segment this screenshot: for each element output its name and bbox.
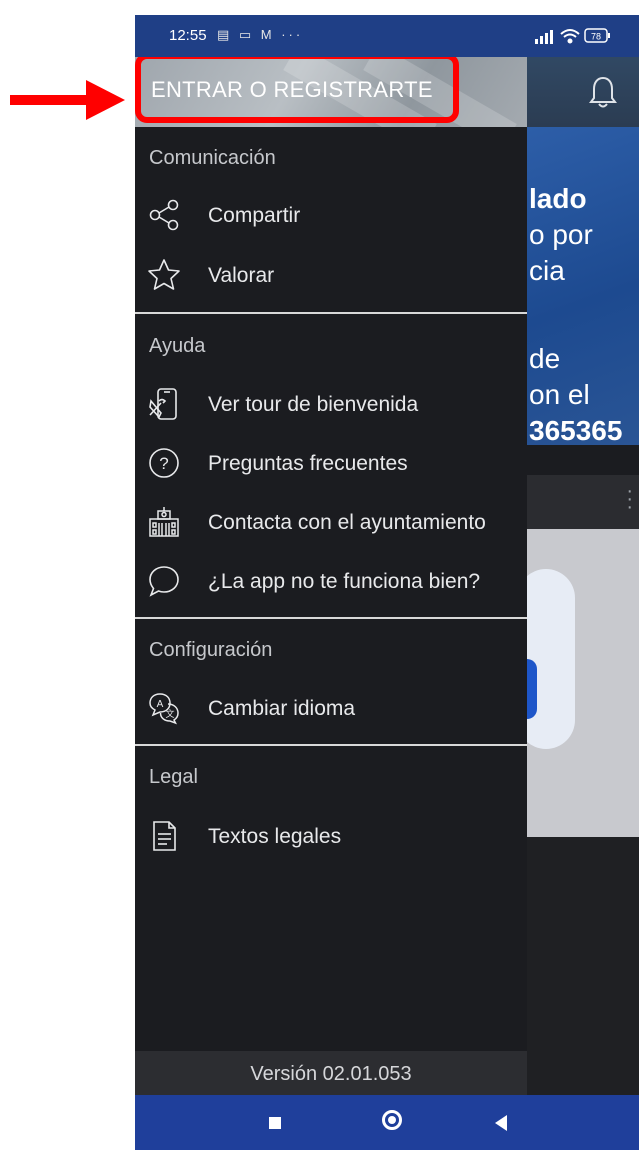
menu-item-app-no-funciona[interactable]: ¿La app no te funciona bien?	[135, 556, 527, 606]
svg-text:78: 78	[591, 32, 601, 42]
background-app: lado o por cia de on el 365365 · · ·	[527, 15, 639, 1095]
menu-item-preguntas-frecuentes[interactable]: ? Preguntas frecuentes	[135, 438, 527, 488]
phone-screen: 12:55 ▤ ▭ M ··· 78 lado o por cia de on …	[135, 15, 639, 1150]
highlight-box-annotation	[135, 53, 459, 123]
section-title-ayuda: Ayuda	[149, 335, 206, 357]
section-title-legal: Legal	[149, 766, 198, 788]
home-button[interactable]	[382, 1110, 402, 1130]
banner-line: on el	[529, 379, 590, 410]
notification-icons: ▤ ▭ M ···	[217, 27, 304, 42]
svg-text:文: 文	[165, 708, 174, 719]
menu-item-label: Valorar	[208, 264, 275, 287]
background-illustration	[527, 569, 575, 749]
menu-item-textos-legales[interactable]: Textos legales	[135, 811, 527, 861]
translate-icon: A 文	[149, 693, 179, 725]
building-icon	[149, 507, 179, 537]
menu-item-label: Contacta con el ayuntamiento	[208, 511, 486, 534]
background-card	[527, 529, 639, 837]
svg-text:A: A	[157, 699, 164, 710]
menu-item-label: Ver tour de bienvenida	[208, 393, 419, 416]
menu-item-valorar[interactable]: Valorar	[135, 250, 527, 300]
menu-item-label: Preguntas frecuentes	[208, 452, 408, 475]
signal-icon	[535, 30, 553, 44]
system-nav-bar	[135, 1095, 639, 1150]
bell-icon[interactable]	[589, 75, 617, 109]
status-bar: 12:55 ▤ ▭ M ··· 78	[135, 15, 639, 57]
menu-item-label: Cambiar idioma	[208, 697, 356, 720]
menu-item-label: Textos legales	[208, 825, 342, 848]
more-options-icon[interactable]: · · ·	[626, 481, 633, 517]
share-icon	[149, 199, 179, 231]
menu-item-label: ¿La app no te funciona bien?	[208, 570, 481, 593]
question-icon: ?	[149, 448, 179, 478]
menu-item-label: Compartir	[208, 204, 301, 227]
wifi-icon	[560, 29, 580, 44]
star-icon	[148, 259, 180, 290]
banner-line: lado	[529, 183, 587, 214]
menu-item-compartir[interactable]: Compartir	[135, 190, 527, 240]
menu-item-contacta-ayuntamiento[interactable]: Contacta con el ayuntamiento	[135, 497, 527, 547]
status-time: 12:55	[169, 27, 207, 44]
document-icon	[153, 821, 176, 851]
status-right-icons: 78	[535, 28, 610, 44]
section-divider	[135, 312, 527, 314]
back-button[interactable]	[495, 1115, 507, 1131]
banner-line: de	[529, 343, 561, 374]
battery-icon: 78	[584, 28, 610, 43]
section-divider	[135, 744, 527, 746]
menu-item-ver-tour[interactable]: Ver tour de bienvenida	[135, 379, 527, 429]
banner-line: 365365	[529, 415, 623, 446]
svg-text:?: ?	[159, 454, 168, 473]
banner-line: cia	[529, 255, 565, 286]
menu-item-cambiar-idioma[interactable]: A 文 Cambiar idioma	[135, 683, 527, 733]
section-title-configuracion: Configuración	[149, 639, 273, 661]
phone-tools-icon	[149, 388, 177, 420]
banner-line: o por	[529, 219, 593, 250]
background-lower	[527, 837, 639, 1095]
version-label: Versión 02.01.053	[250, 1063, 412, 1085]
section-divider	[135, 617, 527, 619]
chat-bubble-icon	[149, 566, 179, 597]
background-banner: lado o por cia de on el 365365	[527, 127, 639, 446]
recents-button[interactable]	[269, 1117, 281, 1129]
background-card-header	[527, 475, 639, 529]
background-separator	[527, 445, 639, 475]
navigation-drawer: ENTRAR O REGISTRARTE Comunicación Compar…	[135, 53, 527, 1095]
red-arrow-annotation	[10, 80, 125, 120]
background-illustration-accent	[527, 659, 537, 719]
version-footer: Versión 02.01.053	[135, 1051, 527, 1095]
section-title-comunicacion: Comunicación	[149, 147, 276, 169]
